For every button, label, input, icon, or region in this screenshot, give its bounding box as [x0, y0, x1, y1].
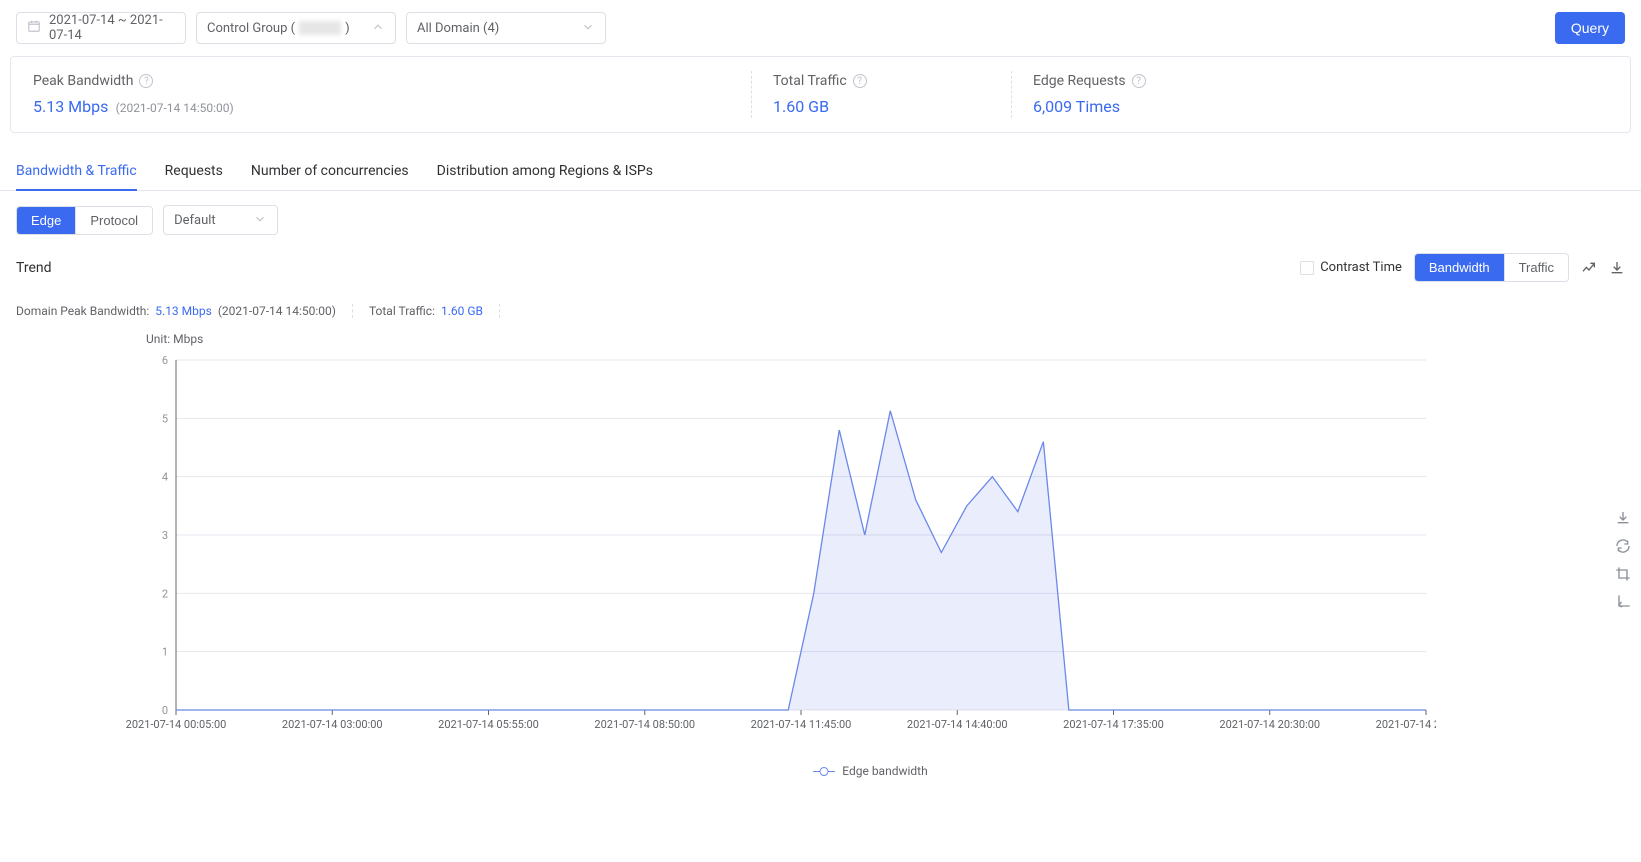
bandwidth-chart[interactable]: 0 1 2 3 4 5 6 2021-07-14 00:05:00 2021-07-14 03:…	[116, 350, 1436, 750]
default-label: Default	[174, 213, 216, 228]
svg-text:2021-07-14 20:30:00: 2021-07-14 20:30:00	[1219, 718, 1320, 731]
svg-text:2021-07-14 00:05:00: 2021-07-14 00:05:00	[126, 718, 227, 731]
summary-peak-time: (2021-07-14 14:50:00)	[218, 304, 336, 318]
svg-text:0: 0	[162, 704, 168, 717]
trend-header: Trend Contrast Time Bandwidth Traffic	[0, 249, 1641, 286]
line-chart-icon[interactable]	[1581, 260, 1597, 276]
svg-text:1: 1	[162, 646, 168, 659]
refresh-icon[interactable]	[1615, 538, 1631, 554]
svg-text:2021-07-14 05:55:00: 2021-07-14 05:55:00	[438, 718, 539, 731]
chart-actions	[1581, 260, 1625, 276]
svg-text:2021-07-14 03:00:00: 2021-07-14 03:00:00	[282, 718, 383, 731]
segment-bandwidth[interactable]: Bandwidth	[1415, 254, 1504, 281]
legend-label: Edge bandwidth	[842, 764, 927, 778]
tab-requests[interactable]: Requests	[165, 153, 223, 190]
contrast-label: Contrast Time	[1320, 260, 1402, 275]
checkbox-icon	[1300, 261, 1314, 275]
chart-legend: Edge bandwidth	[116, 754, 1625, 778]
stat-label: Total Traffic	[773, 73, 847, 89]
domain-value: All Domain (4)	[417, 21, 499, 36]
side-tools	[1615, 510, 1631, 610]
stats-card: Peak Bandwidth ? 5.13 Mbps (2021-07-14 1…	[10, 56, 1631, 133]
segment-traffic[interactable]: Traffic	[1504, 254, 1568, 281]
crop-icon[interactable]	[1615, 566, 1631, 582]
domain-select[interactable]: All Domain (4)	[406, 12, 606, 44]
reset-crop-icon[interactable]	[1615, 594, 1631, 610]
legend-marker-icon	[813, 771, 835, 772]
stat-edge-requests: Edge Requests ? 6,009 Times	[1011, 57, 1168, 132]
filter-bar: 2021-07-14 ~ 2021-07-14 Control Group ( …	[0, 0, 1641, 56]
edge-protocol-segment: Edge Protocol	[16, 206, 153, 235]
svg-text:6: 6	[162, 354, 168, 367]
date-range-value: 2021-07-14 ~ 2021-07-14	[49, 13, 175, 43]
trend-title: Trend	[16, 260, 52, 276]
help-icon[interactable]: ?	[139, 74, 153, 88]
download-icon[interactable]	[1609, 260, 1625, 276]
summary-traffic-label: Total Traffic:	[369, 304, 435, 318]
svg-text:5: 5	[162, 412, 168, 425]
summary-traffic-value: 1.60 GB	[441, 304, 483, 318]
summary-line: Domain Peak Bandwidth: 5.13 Mbps (2021-0…	[0, 286, 1641, 324]
stat-total-traffic: Total Traffic ? 1.60 GB	[751, 57, 1011, 132]
subcontrols: Edge Protocol Default	[0, 191, 1641, 249]
stat-peak-bandwidth: Peak Bandwidth ? 5.13 Mbps (2021-07-14 1…	[11, 57, 751, 132]
tab-bandwidth-traffic[interactable]: Bandwidth & Traffic	[16, 153, 137, 191]
summary-peak-label: Domain Peak Bandwidth:	[16, 304, 149, 318]
chart-container: Unit: Mbps 0 1 2 3 4 5 6 2021-07-14 00:05:00 202…	[16, 332, 1625, 778]
unit-label: Unit: Mbps	[146, 332, 203, 346]
main-tabs: Bandwidth & Traffic Requests Number of c…	[0, 153, 1641, 191]
svg-text:2021-07-14 11:45:00: 2021-07-14 11:45:00	[751, 718, 852, 731]
stat-label: Peak Bandwidth	[33, 73, 133, 89]
bandwidth-traffic-segment: Bandwidth Traffic	[1414, 253, 1569, 282]
stat-value: 5.13 Mbps	[33, 97, 108, 116]
control-group-suffix: )	[345, 21, 350, 36]
svg-text:2021-07-14 23:25:00: 2021-07-14 23:25:00	[1376, 718, 1436, 731]
segment-protocol[interactable]: Protocol	[75, 207, 152, 234]
svg-text:2: 2	[162, 587, 168, 600]
help-icon[interactable]: ?	[1132, 74, 1146, 88]
stat-value: 1.60 GB	[773, 97, 989, 116]
tab-distribution[interactable]: Distribution among Regions & ISPs	[437, 153, 653, 190]
tab-concurrencies[interactable]: Number of concurrencies	[251, 153, 409, 190]
svg-text:3: 3	[162, 529, 168, 542]
chevron-up-icon	[371, 20, 385, 37]
default-select[interactable]: Default	[163, 205, 278, 235]
help-icon[interactable]: ?	[853, 74, 867, 88]
stat-label: Edge Requests	[1033, 73, 1126, 89]
stat-value: 6,009 Times	[1033, 97, 1146, 116]
stat-subvalue: (2021-07-14 14:50:00)	[116, 101, 234, 115]
redacted-group-name	[299, 21, 341, 35]
separator	[499, 304, 500, 318]
svg-text:2021-07-14 17:35:00: 2021-07-14 17:35:00	[1063, 718, 1164, 731]
query-button[interactable]: Query	[1555, 12, 1625, 44]
control-group-select[interactable]: Control Group ( )	[196, 12, 396, 44]
date-range-picker[interactable]: 2021-07-14 ~ 2021-07-14	[16, 12, 186, 44]
summary-peak-value: 5.13 Mbps	[155, 304, 212, 318]
contrast-time-checkbox[interactable]: Contrast Time	[1300, 260, 1402, 275]
download-icon[interactable]	[1615, 510, 1631, 526]
svg-text:2021-07-14 14:40:00: 2021-07-14 14:40:00	[907, 718, 1008, 731]
segment-edge[interactable]: Edge	[17, 207, 75, 234]
control-group-prefix: Control Group (	[207, 21, 295, 36]
svg-text:2021-07-14 08:50:00: 2021-07-14 08:50:00	[594, 718, 695, 731]
svg-text:4: 4	[162, 471, 168, 484]
separator	[352, 304, 353, 318]
chevron-down-icon	[253, 212, 267, 229]
chevron-down-icon	[581, 20, 595, 37]
calendar-icon	[27, 19, 41, 37]
